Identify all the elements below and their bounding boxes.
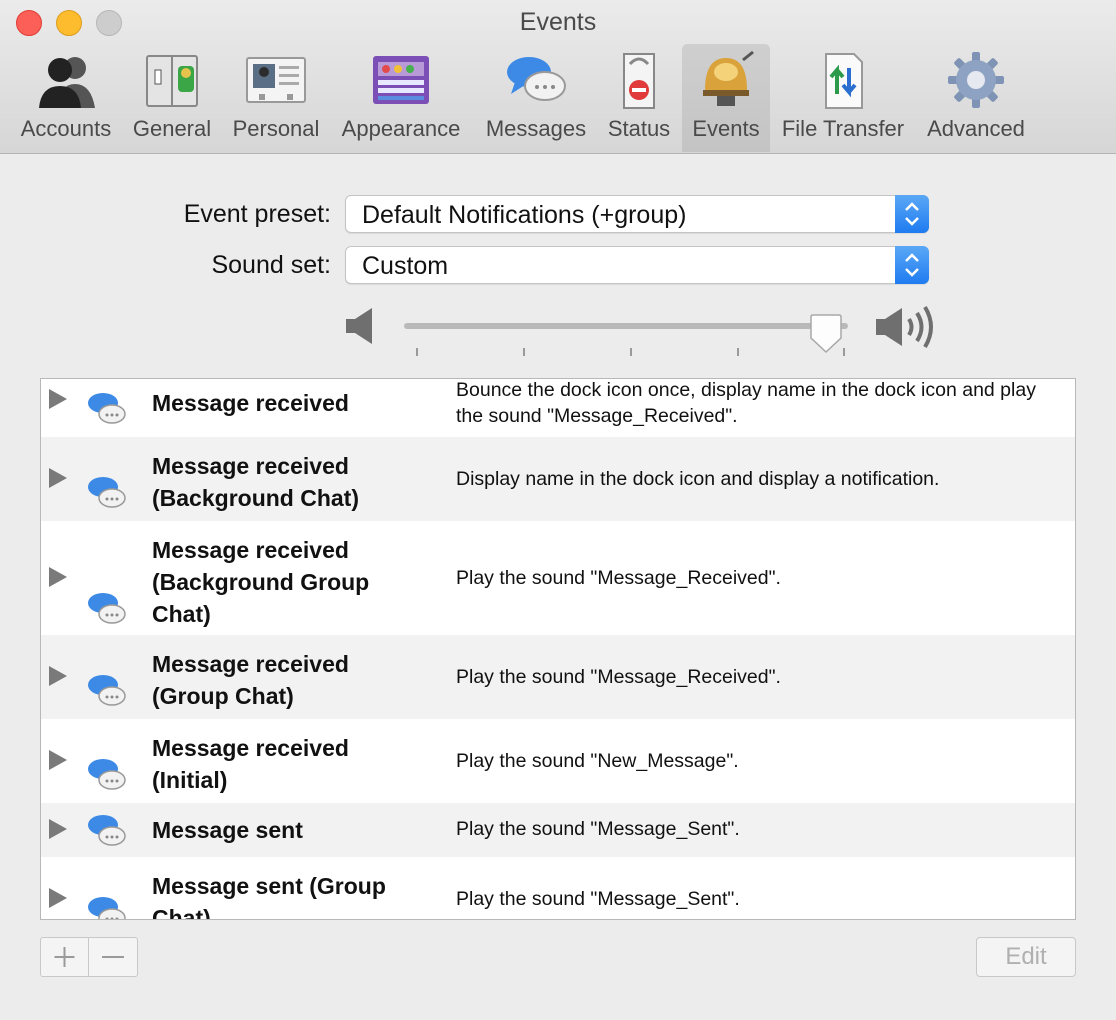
chat-bubble-icon xyxy=(88,393,126,424)
messages-icon xyxy=(507,57,566,101)
slider-tick xyxy=(843,348,845,356)
slider-tick xyxy=(523,348,525,356)
slider-tick xyxy=(630,348,632,356)
chat-bubble-icon xyxy=(88,593,126,624)
tab-status[interactable]: Status xyxy=(600,44,678,152)
disclosure-triangle-icon[interactable] xyxy=(49,389,67,409)
gear-icon xyxy=(948,52,1004,108)
event-name: Message sent xyxy=(152,817,303,843)
list-item[interactable]: Message received (Initial) Play the soun… xyxy=(41,719,1075,803)
popup-chevrons-icon xyxy=(895,195,929,233)
event-name: Message received (Background Group Chat) xyxy=(152,537,370,627)
volume-slider-track[interactable] xyxy=(404,323,848,329)
slider-tick xyxy=(416,348,418,356)
chat-bubble-icon xyxy=(88,759,126,790)
list-item[interactable]: Message sent (Group Chat) Play the sound… xyxy=(41,857,1075,920)
tab-label: Events xyxy=(692,116,760,141)
event-description: Play the sound "New_Message". xyxy=(456,750,739,772)
tab-label: General xyxy=(132,116,212,141)
tab-label: Appearance xyxy=(341,116,461,141)
tab-appearance[interactable]: Appearance xyxy=(334,44,468,152)
list-item[interactable]: Message sent Play the sound "Message_Sen… xyxy=(41,803,1075,857)
event-preset-popup[interactable]: Default Notifications (+group) xyxy=(345,195,929,233)
plus-icon xyxy=(54,947,75,967)
event-description: Play the sound "Message_Sent". xyxy=(456,888,740,910)
appearance-icon xyxy=(373,56,429,104)
volume-slider-knob[interactable] xyxy=(809,314,843,354)
personal-icon xyxy=(246,57,306,103)
tab-messages[interactable]: Messages xyxy=(476,44,596,152)
event-name: Message received (Background Chat) xyxy=(152,453,359,511)
chat-bubble-icon xyxy=(88,477,126,508)
event-preset-label: Event preset: xyxy=(183,200,331,228)
tab-general[interactable]: General xyxy=(126,44,218,152)
slider-tick xyxy=(737,348,739,356)
disclosure-triangle-icon[interactable] xyxy=(49,888,67,908)
event-name: Message sent (Group Chat) xyxy=(152,873,386,920)
list-item[interactable]: Message received (Group Chat) Play the s… xyxy=(41,635,1075,719)
tab-label: Personal xyxy=(232,116,320,141)
tab-accounts[interactable]: Accounts xyxy=(10,44,122,152)
bell-icon xyxy=(703,50,754,106)
volume-low-icon xyxy=(346,308,372,344)
event-description: Bounce the dock icon once, display name … xyxy=(456,379,1036,427)
tab-label: File Transfer xyxy=(781,116,905,141)
disclosure-triangle-icon[interactable] xyxy=(49,468,67,488)
file-transfer-icon xyxy=(825,53,863,109)
tab-label: Advanced xyxy=(927,116,1025,141)
tab-label: Accounts xyxy=(20,116,112,141)
event-description: Play the sound "Message_Received". xyxy=(456,666,781,688)
accounts-icon xyxy=(39,57,95,108)
disclosure-triangle-icon[interactable] xyxy=(49,567,67,587)
disclosure-triangle-icon[interactable] xyxy=(49,666,67,686)
tab-events[interactable]: Events xyxy=(682,44,770,152)
status-icon xyxy=(623,53,655,109)
sound-set-label: Sound set: xyxy=(211,251,331,279)
general-icon xyxy=(146,55,198,107)
tab-label: Status xyxy=(607,116,671,141)
event-description: Display name in the dock icon and displa… xyxy=(456,468,940,490)
tab-personal[interactable]: Personal xyxy=(226,44,326,152)
minus-icon xyxy=(102,956,124,958)
disclosure-triangle-icon[interactable] xyxy=(49,819,67,839)
preferences-window: Events Accounts General Personal Appeara… xyxy=(0,0,1116,1020)
event-name: Message received (Initial) xyxy=(152,735,349,793)
tab-advanced[interactable]: Advanced xyxy=(918,44,1034,152)
tab-label: Messages xyxy=(485,116,587,141)
tab-file-transfer[interactable]: File Transfer xyxy=(776,44,910,152)
list-item[interactable]: Message received (Background Chat) Displ… xyxy=(41,437,1075,521)
chat-bubble-icon xyxy=(88,675,126,706)
title-bar: Events Accounts General Personal Appeara… xyxy=(0,0,1116,154)
chat-bubble-icon xyxy=(88,897,126,919)
disclosure-triangle-icon[interactable] xyxy=(49,750,67,770)
sound-set-popup[interactable]: Custom xyxy=(345,246,929,284)
event-preset-value: Default Notifications (+group) xyxy=(362,201,687,229)
volume-high-icon xyxy=(876,305,933,349)
edit-button[interactable]: Edit xyxy=(976,937,1076,977)
sound-set-value: Custom xyxy=(362,252,449,280)
event-description: Play the sound "Message_Received". xyxy=(456,567,781,589)
events-list[interactable]: Message received Bounce the dock icon on… xyxy=(40,378,1076,920)
chat-bubble-icon xyxy=(88,815,126,846)
list-item[interactable]: Message received Bounce the dock icon on… xyxy=(41,379,1075,437)
list-item[interactable]: Message received (Background Group Chat)… xyxy=(41,521,1075,635)
window-title: Events xyxy=(519,8,597,36)
event-name: Message received xyxy=(152,390,349,416)
event-description: Play the sound "Message_Sent". xyxy=(456,818,740,840)
remove-event-button[interactable] xyxy=(88,937,138,977)
popup-chevrons-icon xyxy=(895,246,929,284)
event-name: Message received (Group Chat) xyxy=(152,651,349,709)
add-event-button[interactable] xyxy=(40,937,89,977)
